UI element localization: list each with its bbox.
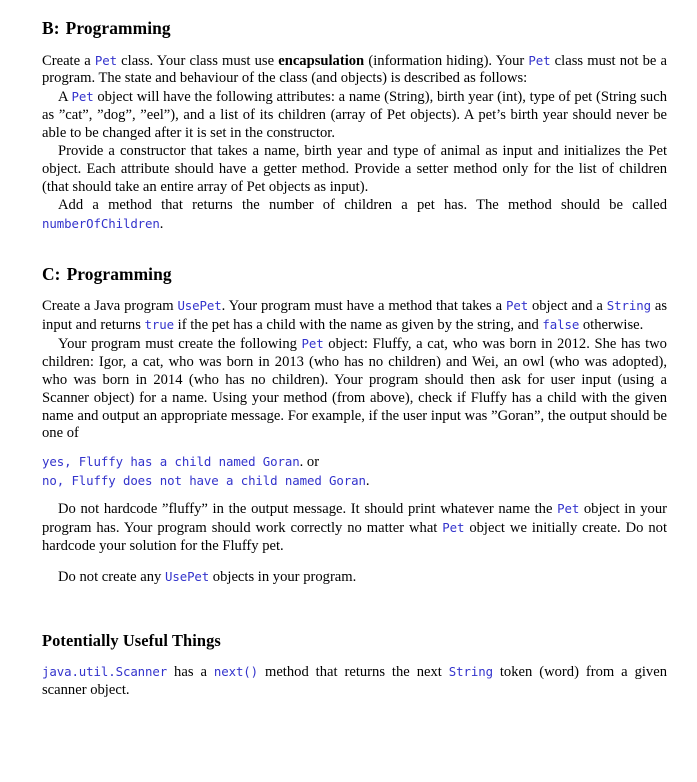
section-c-paragraph-3: Do not hardcode ”fluffy” in the output m… (42, 500, 667, 556)
text-run: objects in your program. (209, 568, 357, 585)
code-pet: Pet (71, 89, 94, 105)
useful-paragraph-1: java.util.Scanner has a next() method th… (42, 663, 667, 700)
section-heading-b: B: Programming (42, 18, 667, 39)
section-c-paragraph-4: Do not create any UsePet objects in your… (42, 568, 667, 587)
text-run: Add a method that returns the number of … (58, 196, 667, 213)
code-next: next() (213, 664, 259, 680)
section-c-paragraph-2: Your program must create the following P… (42, 335, 667, 443)
text-run: . (159, 215, 164, 232)
text-run: A (58, 89, 72, 106)
section-title-b: Programming (65, 18, 171, 38)
code-string: String (448, 664, 493, 680)
section-label-c: C: (42, 263, 61, 284)
code-false: false (542, 317, 580, 333)
text-column: B: Programming Create a Pet class. Your c… (42, 0, 667, 700)
code-true: true (144, 317, 175, 333)
example-output-line-yes: yes, Fluffy has a child named Goran. or (42, 453, 667, 471)
code-number-of-children: numberOfChildren (42, 215, 160, 231)
code-usepet: UsePet (164, 568, 210, 584)
example-output-line-no: no, Fluffy does not have a child named G… (42, 472, 667, 490)
bold-encapsulation: encapsulation (278, 52, 365, 69)
text-run: Do not create any (58, 568, 165, 585)
text-run: class. Your class must use (117, 52, 279, 69)
code-pet: Pet (442, 520, 465, 536)
text-run: has a (167, 664, 214, 681)
code-output-yes: yes, Fluffy has a child named Goran (42, 454, 300, 470)
code-pet: Pet (505, 298, 529, 314)
code-usepet: UsePet (177, 298, 222, 314)
document-page: B: Programming Create a Pet class. Your c… (0, 0, 697, 782)
code-java-util-scanner: java.util.Scanner (42, 664, 168, 680)
code-pet: Pet (528, 52, 551, 68)
text-run: (information hiding). Your (364, 52, 529, 69)
section-label-b: B: (42, 18, 60, 38)
code-pet: Pet (94, 52, 117, 68)
code-output-no: no, Fluffy does not have a child named G… (42, 472, 366, 488)
text-run: Do not hardcode ”fluffy” in the output m… (58, 501, 558, 518)
text-run: method that returns the next (258, 664, 449, 681)
text-run: object and a (528, 298, 607, 315)
section-b-paragraph-2: A Pet object will have the following att… (42, 88, 667, 143)
section-title-c: Programming (66, 263, 172, 284)
text-run: Your program must create the following (58, 335, 302, 352)
section-heading-c: C: Programming (42, 264, 667, 285)
text-run: . Your program must have a method that t… (221, 298, 506, 315)
text-run: if the pet has a child with the name as … (174, 317, 543, 334)
text-run: Create a (42, 52, 95, 69)
text-run: otherwise. (579, 317, 644, 334)
output-line-tail: . or (299, 454, 320, 471)
code-pet: Pet (301, 335, 324, 351)
section-heading-useful: Potentially Useful Things (42, 630, 221, 650)
output-line-tail: . (365, 472, 370, 489)
section-b-paragraph-1: Create a Pet class. Your class must use … (42, 52, 667, 89)
section-b-paragraph-4: Add a method that returns the number of … (42, 197, 667, 234)
text-run: Create a Java program (42, 298, 178, 315)
example-output-block: yes, Fluffy has a child named Goran. or … (42, 453, 667, 490)
text-run: object will have the following attribute… (42, 89, 667, 142)
section-b-paragraph-3: Provide a constructor that takes a name,… (42, 143, 667, 195)
code-string: String (606, 298, 651, 314)
section-c-paragraph-1: Create a Java program UsePet. Your progr… (42, 297, 667, 335)
code-pet: Pet (557, 501, 580, 517)
